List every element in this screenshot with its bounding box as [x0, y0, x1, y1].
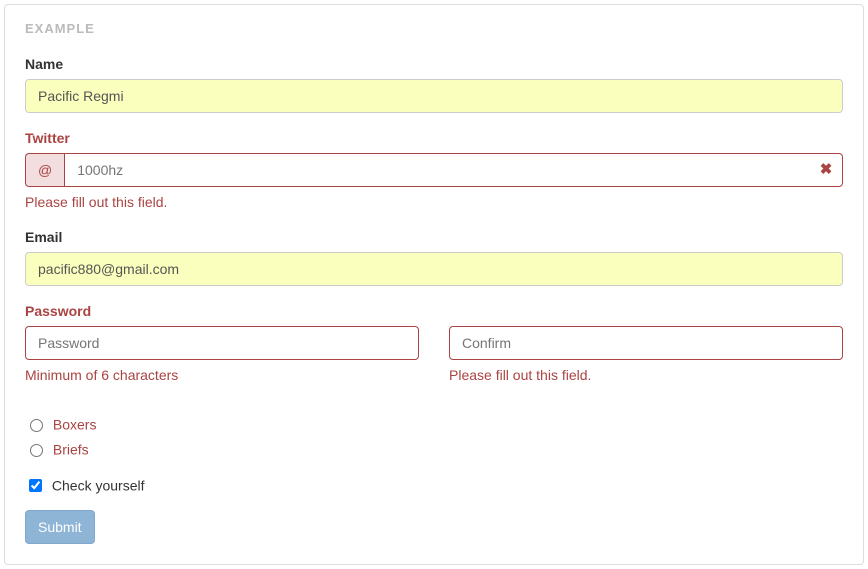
twitter-error: Please fill out this field. — [25, 192, 843, 212]
briefs-label: Briefs — [53, 441, 89, 457]
name-label: Name — [25, 54, 63, 74]
check-group: Check yourself — [25, 474, 843, 495]
email-group: Email — [25, 227, 843, 286]
twitter-input[interactable] — [64, 153, 843, 187]
password-error: Minimum of 6 characters — [25, 365, 419, 385]
password-input[interactable] — [25, 326, 419, 360]
example-panel: EXAMPLE Name Twitter @ ✖ Please fill out… — [4, 4, 864, 565]
briefs-radio[interactable]: Briefs — [25, 438, 843, 459]
underwear-group: Boxers Briefs — [25, 413, 843, 460]
email-input[interactable] — [25, 252, 843, 286]
twitter-input-group: @ ✖ — [25, 153, 843, 187]
password-label: Password — [25, 301, 91, 321]
boxers-label: Boxers — [53, 416, 97, 432]
panel-title: EXAMPLE — [25, 20, 843, 39]
name-group: Name — [25, 54, 843, 113]
name-input[interactable] — [25, 79, 843, 113]
briefs-radio-input[interactable] — [30, 444, 43, 457]
boxers-radio[interactable]: Boxers — [25, 413, 843, 434]
twitter-addon: @ — [25, 153, 64, 187]
submit-button[interactable]: Submit — [25, 510, 95, 544]
check-yourself-label: Check yourself — [52, 477, 145, 493]
confirm-input[interactable] — [449, 326, 843, 360]
check-yourself[interactable]: Check yourself — [25, 474, 843, 495]
boxers-radio-input[interactable] — [30, 419, 43, 432]
email-label: Email — [25, 227, 62, 247]
twitter-label: Twitter — [25, 128, 70, 148]
password-group: Password Minimum of 6 characters Please … — [25, 301, 843, 395]
confirm-error: Please fill out this field. — [449, 365, 843, 385]
check-yourself-input[interactable] — [29, 479, 42, 492]
twitter-group: Twitter @ ✖ Please fill out this field. — [25, 128, 843, 212]
